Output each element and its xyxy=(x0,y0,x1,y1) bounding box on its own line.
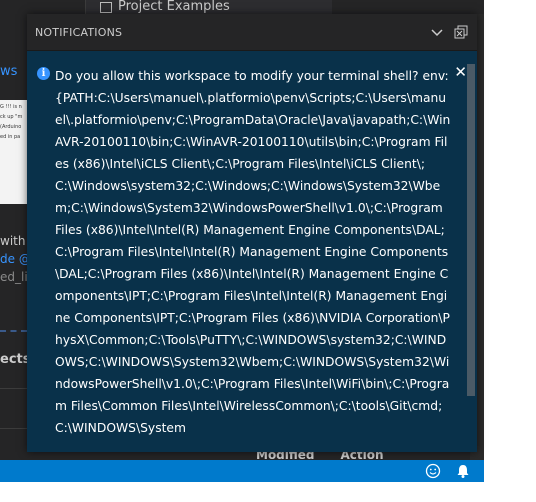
notification-item: i ✕ Do you allow this workspace to modif… xyxy=(27,51,477,445)
chevron-down-icon[interactable] xyxy=(429,24,445,40)
notifications-header: NOTIFICATIONS xyxy=(27,14,477,51)
divider xyxy=(0,428,27,429)
sidebar-fragment: de @ xyxy=(0,252,27,266)
status-bar xyxy=(0,460,484,482)
close-icon[interactable]: ✕ xyxy=(454,63,467,81)
project-examples-tab[interactable]: Project Examples xyxy=(85,0,332,14)
notifications-center: NOTIFICATIONS i ✕ Do you allow this work… xyxy=(27,14,477,452)
file-icon xyxy=(100,1,112,13)
notification-message: Do you allow this workspace to modify yo… xyxy=(55,69,451,435)
section-heading: ects xyxy=(0,352,27,367)
bell-icon[interactable] xyxy=(454,462,472,480)
sidebar-fragment: with i xyxy=(0,234,27,248)
clear-all-icon[interactable] xyxy=(453,24,469,40)
notification-scrollbar[interactable] xyxy=(467,64,475,396)
notifications-title: NOTIFICATIONS xyxy=(35,25,123,39)
sidebar-fragment: ed_li xyxy=(0,270,27,284)
divider xyxy=(0,330,27,332)
document-preview: G !!! is n ck up "m (Arduino ed in pa xyxy=(0,100,27,204)
smiley-feedback-icon[interactable] xyxy=(424,462,442,480)
info-icon: i xyxy=(37,67,50,80)
divider xyxy=(0,388,27,389)
sidebar-fragment: ws xyxy=(0,64,18,79)
